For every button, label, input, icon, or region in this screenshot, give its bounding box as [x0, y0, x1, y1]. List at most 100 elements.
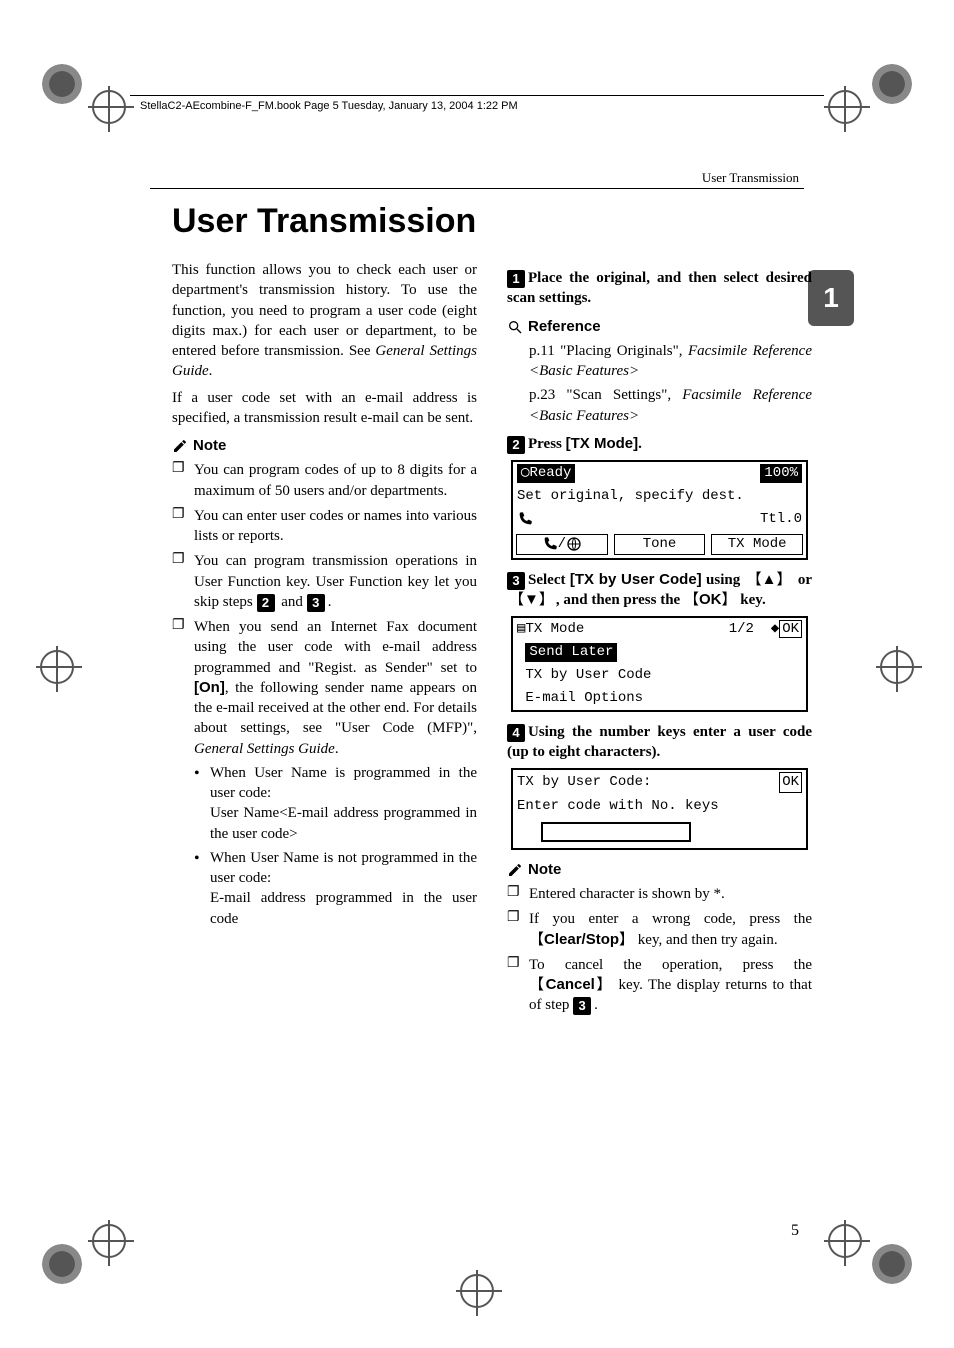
register-mark — [460, 1274, 494, 1308]
step-ref-3: 3 — [307, 594, 325, 612]
rn2a: If you enter a wrong code, press the — [529, 911, 812, 927]
lcd1-row2: Set original, specify dest. — [513, 485, 806, 508]
lcd2-page-ok: 1/2 ◆OK — [729, 620, 802, 639]
book-header: StellaC2-AEcombine-F_FM.book Page 5 Tues… — [140, 100, 518, 112]
lcd1-row1: ◯Ready100% — [513, 462, 806, 485]
step-num-2: 2 — [507, 436, 525, 454]
reference-block: p.11 "Placing Originals", Facsimile Refe… — [529, 341, 812, 426]
s3-b: using — [702, 572, 745, 588]
intro-text-1b: . — [209, 363, 213, 379]
down-arrow-key: ▼ — [507, 590, 556, 610]
pencil-icon — [507, 862, 523, 878]
register-mark — [40, 650, 74, 684]
list-item: You can enter user codes or names into v… — [172, 506, 477, 547]
up-arrow-key: ▲ — [745, 570, 794, 590]
lcd3-ok: OK — [779, 772, 802, 793]
page-title: User Transmission — [172, 202, 476, 241]
lcd-screen-3: TX by User Code: OK Enter code with No. k… — [511, 768, 808, 850]
note4-a: When you send an Internet Fax document u… — [194, 619, 477, 676]
note-heading-right: Note — [507, 860, 812, 880]
register-mark — [880, 650, 914, 684]
print-mark-br — [872, 1244, 912, 1284]
print-mark-bl — [42, 1244, 82, 1284]
register-mark — [92, 1224, 126, 1258]
pencil-icon — [172, 438, 188, 454]
lcd2-title: ▤TX Mode — [517, 620, 584, 639]
list-item: When you send an Internet Fax document u… — [172, 617, 477, 929]
left-column: This function allows you to check each u… — [172, 260, 477, 1021]
sub-list: When User Name is programmed in the user… — [194, 763, 477, 929]
lcd3-row1: TX by User Code: OK — [513, 770, 806, 795]
step-num-4: 4 — [507, 724, 525, 742]
tx-mode-label: [TX Mode] — [566, 435, 639, 452]
step1-text: Place the original, and then select desi… — [507, 270, 812, 306]
step2-a: Press — [528, 436, 566, 452]
note4-b: , the following sender name appears on t… — [194, 680, 477, 737]
lcd3-row2: Enter code with No. keys — [513, 795, 806, 818]
step-1: 1Place the original, and then select des… — [507, 268, 812, 309]
ref-item-2: p.23 "Scan Settings", Facsimile Referenc… — [529, 385, 812, 426]
clear-stop-key: Clear/Stop — [529, 931, 634, 948]
ok-key: OK — [684, 591, 737, 608]
lcd2-opt1: Send Later — [513, 641, 806, 664]
lcd3-input-box — [541, 822, 691, 842]
lcd1-tone: Tone — [614, 534, 706, 555]
phone-icon — [517, 511, 533, 527]
register-mark — [92, 90, 126, 124]
list-item: Entered character is shown by *. — [507, 884, 812, 904]
step2-b: . — [638, 436, 642, 452]
sub-item: When User Name is programmed in the user… — [194, 763, 477, 844]
cancel-key: Cancel — [529, 976, 613, 993]
sub2-a: When User Name is not programmed in the … — [210, 850, 477, 886]
rn2b: key, and then try again. — [634, 932, 778, 948]
magnifier-icon — [507, 319, 523, 335]
lcd1-row4: / Tone TX Mode — [513, 531, 806, 558]
globe-icon — [566, 536, 582, 552]
lcd1-pct: 100% — [760, 464, 802, 483]
lcd1-iconbox: / — [516, 534, 608, 555]
left-note-list: You can program codes of up to 8 digits … — [172, 460, 477, 929]
ref-item-1: p.11 "Placing Originals", Facsimile Refe… — [529, 341, 812, 382]
step-2: 2Press [TX Mode]. — [507, 434, 812, 454]
header-rule — [150, 188, 804, 189]
note-label: Note — [193, 436, 226, 456]
sub1-b: User Name<E-mail address programmed in t… — [210, 805, 477, 841]
intro-paragraph-2: If a user code set with an e-mail addres… — [172, 388, 477, 429]
note4-c: . — [335, 741, 339, 757]
chapter-tab: 1 — [808, 270, 854, 326]
lcd2-row1: ▤TX Mode 1/2 ◆OK — [513, 618, 806, 641]
step-4: 4Using the number keys enter a user code… — [507, 722, 812, 763]
reference-heading: Reference — [507, 317, 812, 337]
sub-item: When User Name is not programmed in the … — [194, 848, 477, 929]
list-item: You can program transmission operations … — [172, 551, 477, 612]
lcd2-opt2: TX by User Code — [513, 664, 806, 687]
s3-c: or — [793, 572, 812, 588]
step-ref-2: 2 — [257, 594, 275, 612]
lcd1-ttl: Ttl.0 — [760, 510, 802, 529]
lcd2-opt3: E-mail Options — [513, 687, 806, 710]
step-ref-3b: 3 — [573, 997, 591, 1015]
list-item: If you enter a wrong code, press the Cle… — [507, 909, 812, 950]
note3-a: You can program transmission operations … — [194, 553, 477, 610]
reference-label: Reference — [528, 317, 601, 337]
s3-e: key. — [737, 592, 766, 608]
lcd-screen-2: ▤TX Mode 1/2 ◆OK Send Later TX by User C… — [511, 616, 808, 712]
lcd1-row3: Ttl.0 — [513, 508, 806, 531]
print-mark-tr — [872, 64, 912, 104]
list-item: You can program codes of up to 8 digits … — [172, 460, 477, 501]
note4-italic: General Settings Guide — [194, 741, 335, 757]
note3-b: and — [278, 594, 307, 610]
step-3: 3Select [TX by User Code] using ▲ or ▼, … — [507, 570, 812, 611]
sub1-a: When User Name is programmed in the user… — [210, 765, 477, 801]
note-label-right: Note — [528, 860, 561, 880]
print-mark-tl — [42, 64, 82, 104]
ref2a: p.23 "Scan Settings", — [529, 387, 682, 403]
register-mark — [828, 90, 862, 124]
lcd3-title: TX by User Code: — [517, 773, 651, 792]
step4-text: Using the number keys enter a user code … — [507, 724, 812, 760]
note3-c: . — [328, 594, 332, 610]
lcd-screen-1: ◯Ready100% Set original, specify dest. T… — [511, 460, 808, 560]
s3-d: , and then press the — [556, 592, 684, 608]
ref1a: p.11 "Placing Originals", — [529, 343, 688, 359]
content-columns: This function allows you to check each u… — [172, 260, 812, 1021]
